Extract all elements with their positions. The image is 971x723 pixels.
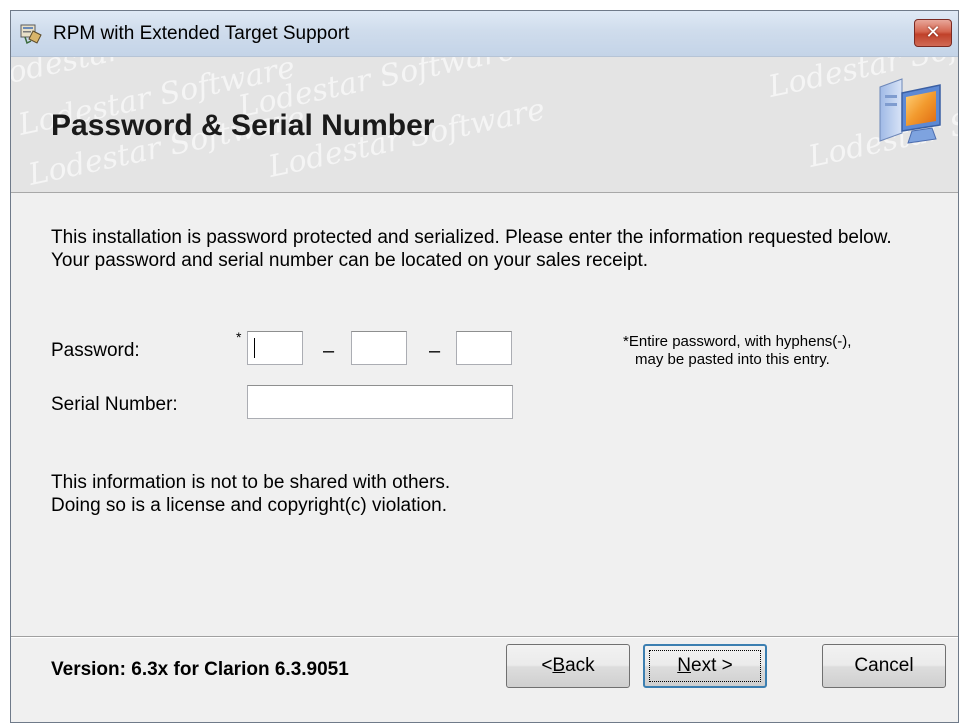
close-button[interactable]: ✕ xyxy=(914,19,952,47)
back-button-mnemonic: B xyxy=(552,655,566,676)
note-line-1: Entire password, with hyphens(-), xyxy=(628,333,852,350)
window-title: RPM with Extended Target Support xyxy=(53,23,350,44)
text-caret xyxy=(254,338,255,358)
installer-app-icon xyxy=(20,24,42,45)
page-title: Password & Serial Number xyxy=(51,109,435,142)
password-segment-2-input[interactable] xyxy=(351,331,407,365)
next-button[interactable]: Next > xyxy=(643,644,767,688)
back-button[interactable]: < Back xyxy=(506,644,630,688)
serial-number-label: Serial Number: xyxy=(51,394,178,415)
note-line-2: may be pasted into this entry. xyxy=(635,351,830,368)
cancel-button[interactable]: Cancel xyxy=(822,644,946,688)
intro-text: This installation is password protected … xyxy=(51,227,892,271)
installer-window: RPM with Extended Target Support ✕ Lodes… xyxy=(10,10,959,723)
title-bar[interactable]: RPM with Extended Target Support ✕ xyxy=(11,11,958,57)
password-paste-note: *Entire password, with hyphens(-), may b… xyxy=(623,333,851,369)
serial-number-input[interactable] xyxy=(247,385,513,419)
close-icon: ✕ xyxy=(925,22,941,43)
back-button-label: ack xyxy=(565,655,595,676)
password-label: Password: xyxy=(51,340,140,361)
header-banner: Lodestar Software Lodestar Software Lode… xyxy=(11,57,958,193)
computer-setup-icon xyxy=(879,78,941,144)
password-segment-1-input[interactable] xyxy=(247,331,303,365)
next-button-mnemonic: N xyxy=(677,655,691,676)
warning-line-1: This information is not to be shared wit… xyxy=(51,472,451,493)
password-required-marker: * xyxy=(236,329,242,345)
warning-line-2: Doing so is a license and copyright(c) v… xyxy=(51,495,448,516)
password-separator-2: – xyxy=(429,340,441,362)
license-warning: This information is not to be shared wit… xyxy=(51,471,450,517)
version-label: Version: 6.3x for Clarion 6.3.9051 xyxy=(51,659,349,680)
next-button-label: ext > xyxy=(691,655,733,676)
password-segment-3-input[interactable] xyxy=(456,331,512,365)
back-button-prefix: < xyxy=(541,655,553,676)
password-separator-1: – xyxy=(323,340,335,362)
footer-divider xyxy=(11,636,958,638)
